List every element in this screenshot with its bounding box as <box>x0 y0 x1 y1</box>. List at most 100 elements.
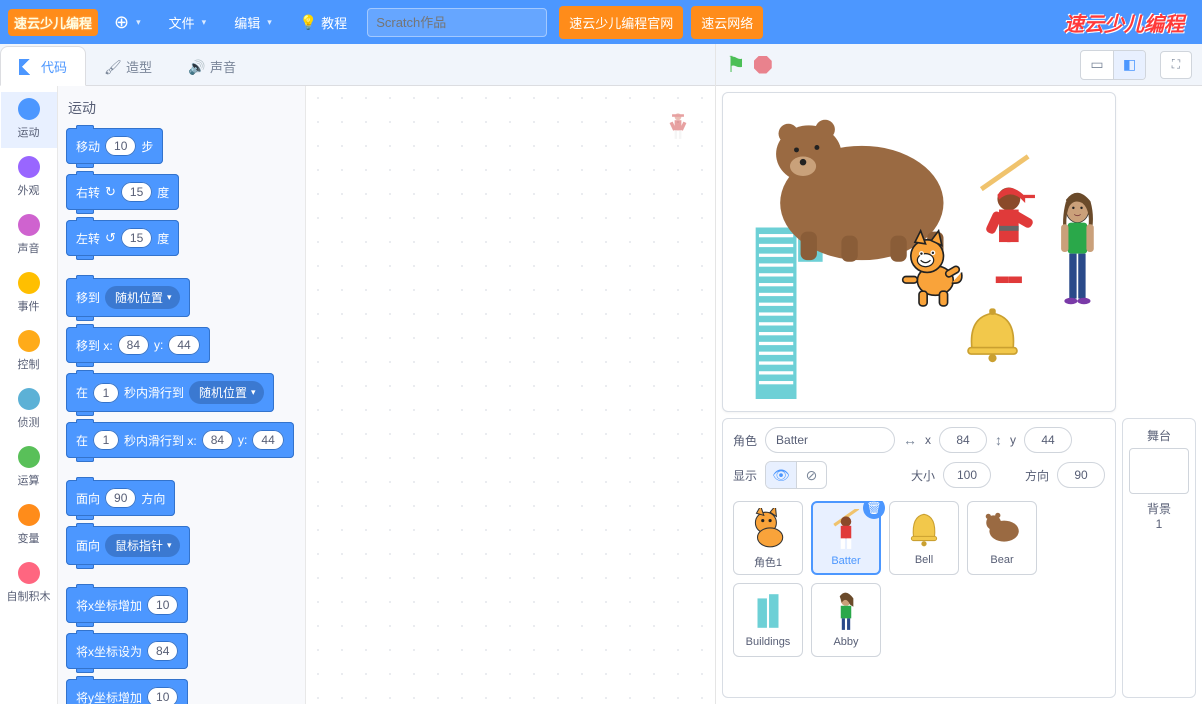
block-goto-xy[interactable]: 移到 x: 84 y: 44 <box>66 327 210 363</box>
block-point-dir[interactable]: 面向 90 方向 <box>66 480 175 516</box>
category-变量[interactable]: 变量 <box>1 498 57 554</box>
block-move-steps[interactable]: 移动 10 步 <box>66 128 163 164</box>
stage-panel[interactable]: 舞台 背景 1 <box>1122 418 1196 698</box>
sprite-tile-Batter[interactable]: 🗑Batter <box>811 501 881 575</box>
tab-code-label: 代码 <box>41 57 67 76</box>
editor-tabs: 代码 造型 声音 <box>0 44 715 86</box>
category-侦测[interactable]: 侦测 <box>1 382 57 438</box>
delete-sprite-icon[interactable]: 🗑 <box>863 501 885 519</box>
input-x[interactable]: 84 <box>202 430 233 450</box>
category-事件[interactable]: 事件 <box>1 266 57 322</box>
logo-badge: 速云少儿编程 <box>8 9 98 36</box>
t: 面向 <box>76 537 100 554</box>
sprite-tile-Bell[interactable]: Bell <box>889 501 959 575</box>
sprite-tile-Buildings[interactable]: Buildings <box>733 583 803 657</box>
sprite-y-input[interactable] <box>1024 427 1072 453</box>
dropdown-goto[interactable]: 随机位置 <box>105 286 180 309</box>
input-secs[interactable]: 1 <box>93 383 119 403</box>
block-glide-xy[interactable]: 在 1 秒内滑行到 x: 84 y: 44 <box>66 422 294 458</box>
sprite-tile-label: Bear <box>968 554 1036 566</box>
y-label: y <box>1010 433 1016 447</box>
dropdown-glide[interactable]: 随机位置 <box>189 381 264 404</box>
backdrops-count: 1 <box>1127 517 1191 531</box>
sprite-size-input[interactable] <box>943 462 991 488</box>
block-turn-right[interactable]: 右转 15 度 <box>66 174 179 210</box>
stage[interactable] <box>722 92 1116 412</box>
globe-icon <box>114 12 129 33</box>
input-degrees[interactable]: 15 <box>121 228 152 248</box>
hide-button[interactable]: ⊘ <box>796 462 826 488</box>
dropdown-point[interactable]: 鼠标指针 <box>105 534 180 557</box>
stage-small-button[interactable]: ▭ <box>1081 51 1113 79</box>
category-声音[interactable]: 声音 <box>1 208 57 264</box>
category-控制[interactable]: 控制 <box>1 324 57 380</box>
t: y: <box>154 338 163 352</box>
stop-icon[interactable] <box>754 56 772 74</box>
stage-thumbnail[interactable] <box>1129 448 1189 494</box>
sprite-tile-label: Abby <box>812 636 880 648</box>
show-button[interactable]: 👁 <box>766 462 796 488</box>
input-x[interactable]: 84 <box>147 641 178 661</box>
block-point-towards[interactable]: 面向 鼠标指针 <box>66 526 190 565</box>
input-secs[interactable]: 1 <box>93 430 119 450</box>
input-x[interactable]: 84 <box>118 335 149 355</box>
category-rail: 运动外观声音事件控制侦测运算变量自制积木 <box>0 86 58 704</box>
green-flag-icon[interactable]: ⚑ <box>726 52 746 78</box>
tab-sounds[interactable]: 声音 <box>170 47 254 85</box>
tutorials-button[interactable]: 教程 <box>288 5 359 40</box>
block-change-x[interactable]: 将x坐标增加 10 <box>66 587 188 623</box>
sprite-direction-input[interactable] <box>1057 462 1105 488</box>
stage-header: ⚑ ▭ ◧ ⛶ <box>716 44 1202 86</box>
category-自制积木[interactable]: 自制积木 <box>1 556 57 612</box>
project-title-input[interactable] <box>367 8 547 37</box>
category-运动[interactable]: 运动 <box>1 92 57 148</box>
sprite-tile-Abby[interactable]: Abby <box>811 583 881 657</box>
bottom-panels: 角色 ↔ x ↕ y 显示 👁 ⊘ 大小 <box>716 412 1202 704</box>
edit-menu[interactable]: 编辑 <box>222 5 284 40</box>
t: 秒内滑行到 x: <box>124 432 197 449</box>
t: 在 <box>76 432 88 449</box>
block-glide-to[interactable]: 在 1 秒内滑行到 随机位置 <box>66 373 274 412</box>
sprite-name-input[interactable] <box>765 427 895 453</box>
block-set-x[interactable]: 将x坐标设为 84 <box>66 633 188 669</box>
bulb-icon <box>300 14 317 31</box>
block-goto[interactable]: 移到 随机位置 <box>66 278 190 317</box>
t: 移到 x: <box>76 337 113 354</box>
stage-bell <box>968 308 1017 362</box>
file-menu[interactable]: 文件 <box>157 5 219 40</box>
category-外观[interactable]: 外观 <box>1 150 57 206</box>
tab-code[interactable]: 代码 <box>0 46 86 86</box>
stage-large-button[interactable]: ◧ <box>1113 51 1145 79</box>
fullscreen-button[interactable]: ⛶ <box>1160 51 1192 79</box>
input-dx[interactable]: 10 <box>147 595 178 615</box>
official-site-button[interactable]: 速云少儿编程官网 <box>559 6 683 39</box>
input-steps[interactable]: 10 <box>105 136 136 156</box>
t: 度 <box>157 230 169 247</box>
rotate-cw-icon <box>105 184 116 200</box>
sprite-tile-Bear[interactable]: Bear <box>967 501 1037 575</box>
t: 移动 <box>76 138 100 155</box>
block-turn-left[interactable]: 左转 15 度 <box>66 220 179 256</box>
sprite-tile-label: Batter <box>813 555 879 567</box>
show-label: 显示 <box>733 467 757 484</box>
input-dy[interactable]: 10 <box>147 687 178 704</box>
language-menu[interactable] <box>102 4 153 41</box>
sprite-tile-角色1[interactable]: 角色1 <box>733 501 803 575</box>
input-degrees[interactable]: 15 <box>121 182 152 202</box>
sprite-label: 角色 <box>733 432 757 449</box>
palette-heading: 运动 <box>68 98 295 118</box>
input-y[interactable]: 44 <box>168 335 199 355</box>
t: 步 <box>141 138 153 155</box>
network-button[interactable]: 速云网络 <box>691 6 763 39</box>
input-y[interactable]: 44 <box>252 430 283 450</box>
input-dir[interactable]: 90 <box>105 488 136 508</box>
xy-icon: ↔ <box>903 432 917 448</box>
block-change-y[interactable]: 将y坐标增加 10 <box>66 679 188 704</box>
blocks-palette[interactable]: 运动 移动 10 步 右转 15 度 左转 15 度 <box>58 86 306 704</box>
tab-costumes-label: 造型 <box>126 57 152 76</box>
workspace[interactable] <box>306 86 715 704</box>
sprite-x-input[interactable] <box>939 427 987 453</box>
tab-costumes[interactable]: 造型 <box>86 47 170 85</box>
category-运算[interactable]: 运算 <box>1 440 57 496</box>
stage-abby <box>1061 193 1094 304</box>
